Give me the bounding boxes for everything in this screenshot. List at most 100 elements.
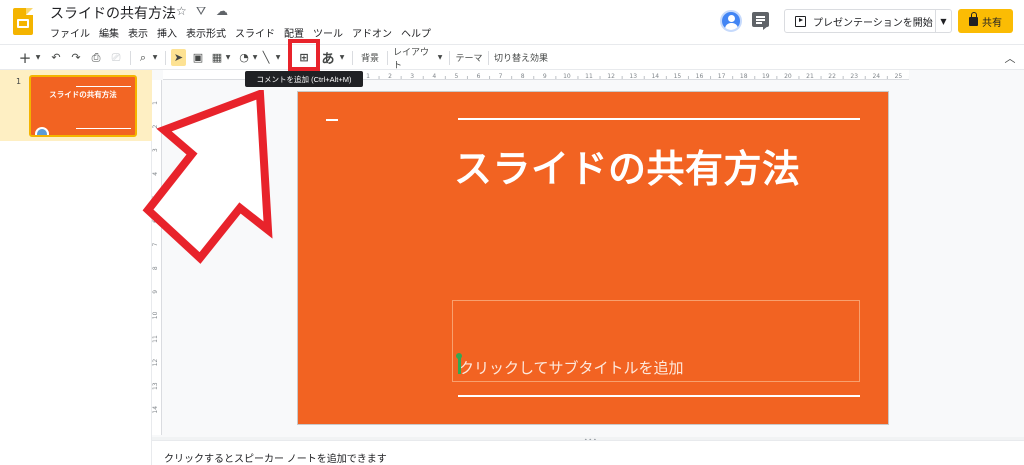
ruler-label: 17 <box>718 73 726 80</box>
menu-view[interactable]: 表示 <box>128 25 153 41</box>
speaker-notes[interactable]: クリックするとスピーカー ノートを追加できます <box>152 440 1024 465</box>
layout-button[interactable]: レイアウト <box>393 48 437 71</box>
comment-history-icon[interactable] <box>752 12 769 30</box>
ruler-label: 11 <box>585 73 593 80</box>
ruler-label: 3 <box>410 73 414 80</box>
ruler-label: 18 <box>740 73 748 80</box>
ruler-label: 19 <box>762 73 770 80</box>
slides-logo-icon[interactable] <box>13 8 33 35</box>
select-cursor-icon[interactable]: ➤ <box>171 49 186 66</box>
ruler-label: 9 <box>543 73 547 80</box>
ruler-label: 16 <box>696 73 704 80</box>
ruler-label: 14 <box>651 73 659 80</box>
cloud-status-icon[interactable]: ☁ <box>216 4 228 18</box>
ruler-label: 20 <box>784 73 792 80</box>
transition-button[interactable]: 切り替え効果 <box>494 49 548 66</box>
present-label: プレゼンテーションを開始 <box>813 17 933 29</box>
add-comment-tooltip: コメントを追加 (Ctrl+Alt+M) <box>245 71 363 87</box>
image-icon[interactable]: ▦ <box>210 49 224 66</box>
menu-insert[interactable]: 挿入 <box>157 25 182 41</box>
layout-dropdown-icon[interactable]: ▼ <box>436 49 444 66</box>
slide-dash-mark <box>326 119 338 121</box>
slide-title[interactable]: スライドの共有方法 <box>454 138 801 193</box>
present-button[interactable]: プレゼンテーションを開始 <box>784 9 936 33</box>
ruler-label: 10 <box>563 73 571 80</box>
slide-thumbnail[interactable]: スライドの共有方法 <box>29 75 137 137</box>
text-box-icon[interactable]: ▣ <box>190 49 206 66</box>
speaker-notes-placeholder: クリックするとスピーカー ノートを追加できます <box>164 454 387 465</box>
collapse-toolbar-icon[interactable]: ︿ <box>1003 49 1017 66</box>
line-dropdown-icon[interactable]: ▼ <box>274 49 282 66</box>
toolbar-divider <box>165 51 166 65</box>
subtitle-placeholder: クリックしてサブタイトルを追加 <box>459 359 684 377</box>
line-icon[interactable]: ╲ <box>259 49 273 66</box>
ruler-label: 2 <box>388 73 392 80</box>
slide-bottom-line <box>458 395 860 397</box>
new-slide-dropdown-icon[interactable]: ▼ <box>34 49 42 66</box>
present-icon <box>795 15 806 27</box>
ruler-label: 23 <box>850 73 858 80</box>
ruler-label: 22 <box>828 73 836 80</box>
menu-slide[interactable]: スライド <box>235 25 280 41</box>
share-button[interactable]: 共有 <box>958 9 1013 33</box>
zoom-dropdown-icon[interactable]: ▼ <box>151 49 159 66</box>
menu-edit[interactable]: 編集 <box>99 25 124 41</box>
slide-canvas[interactable]: スライドの共有方法 クリックしてサブタイトルを追加 <box>298 92 888 424</box>
star-icon[interactable]: ☆ <box>176 4 187 18</box>
text-cursor-handle[interactable] <box>456 353 462 374</box>
present-dropdown-button[interactable]: ▼ <box>936 9 952 33</box>
new-slide-icon[interactable]: + <box>18 49 32 67</box>
move-to-folder-icon[interactable]: ⛛ <box>196 4 206 19</box>
ruler-label: 12 <box>607 73 615 80</box>
shape-icon[interactable]: ◔ <box>237 49 251 66</box>
thumbnail-avatar <box>35 127 49 135</box>
subtitle-textbox[interactable]: クリックしてサブタイトルを追加 <box>452 300 860 382</box>
redo-icon[interactable]: ↷ <box>69 49 83 66</box>
input-tools-icon[interactable]: あ <box>320 49 336 67</box>
toolbar: + ▼ ↶ ↷ ⎙ ⎚ ⌕ ▼ ➤ ▣ ▦ ▼ ◔ ▼ ╲ ▼ ⊞ あ ▼ 背景… <box>0 44 1024 71</box>
thumbnail-title: スライドの共有方法 <box>49 90 117 99</box>
image-dropdown-icon[interactable]: ▼ <box>224 49 232 66</box>
share-label: 共有 <box>982 17 1002 29</box>
ruler-label: 24 <box>872 73 880 80</box>
thumbnail-line <box>76 86 131 87</box>
ruler-label: 13 <box>152 382 159 390</box>
shape-dropdown-icon[interactable]: ▼ <box>251 49 259 66</box>
comment-highlight-box <box>288 39 320 71</box>
app-header: スライドの共有方法 ☆ ⛛ ☁ ファイル 編集 表示 挿入 表示形式 スライド … <box>0 0 1024 44</box>
ruler-label: 25 <box>895 73 903 80</box>
filmstrip: 1 スライドの共有方法 <box>0 70 152 465</box>
slide-number: 1 <box>16 77 22 86</box>
menu-help[interactable]: ヘルプ <box>401 25 436 41</box>
thumbnail-line <box>76 128 131 129</box>
input-tools-dropdown-icon[interactable]: ▼ <box>338 49 346 66</box>
account-avatar[interactable] <box>720 10 742 32</box>
ruler-label: 13 <box>629 73 637 80</box>
theme-button[interactable]: テーマ <box>454 49 484 66</box>
zoom-icon[interactable]: ⌕ <box>136 49 150 66</box>
ruler-label: 9 <box>152 290 159 294</box>
background-button[interactable]: 背景 <box>358 49 382 66</box>
ruler-label: 7 <box>499 73 503 80</box>
toolbar-divider <box>130 51 131 65</box>
ruler-label: 15 <box>674 73 682 80</box>
menu-bar: ファイル 編集 表示 挿入 表示形式 スライド 配置 ツール アドオン ヘルプ <box>50 25 440 41</box>
document-title[interactable]: スライドの共有方法 <box>50 3 176 23</box>
annotation-arrow <box>142 90 273 264</box>
print-icon[interactable]: ⎙ <box>89 49 103 66</box>
lock-icon <box>969 11 978 26</box>
ruler-label: 5 <box>454 73 458 80</box>
undo-icon[interactable]: ↶ <box>49 49 63 66</box>
annotation-arrow-shape <box>142 90 273 264</box>
toolbar-divider <box>352 51 353 65</box>
ruler-label: 11 <box>152 335 159 343</box>
ruler-label: 14 <box>152 406 159 414</box>
menu-addons[interactable]: アドオン <box>352 25 397 41</box>
toolbar-divider <box>387 51 388 65</box>
ruler-label: 6 <box>477 73 481 80</box>
paint-format-icon[interactable]: ⎚ <box>109 49 123 66</box>
ruler-label: 8 <box>521 73 525 80</box>
menu-file[interactable]: ファイル <box>50 25 95 41</box>
slide-top-line <box>458 118 860 120</box>
menu-format[interactable]: 表示形式 <box>186 25 231 41</box>
